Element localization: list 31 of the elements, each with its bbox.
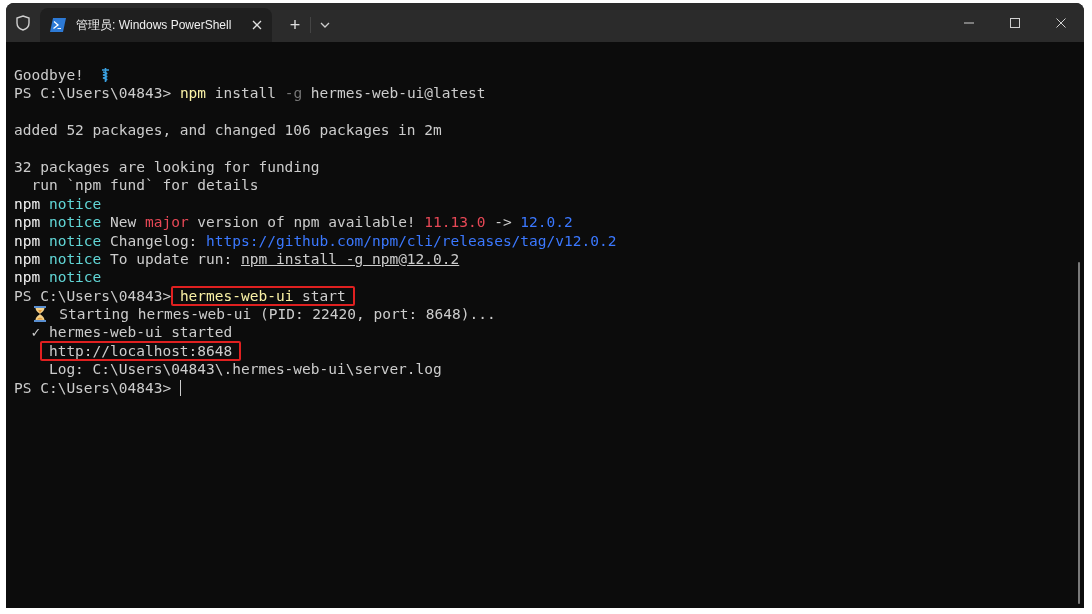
close-icon[interactable] (252, 20, 262, 30)
close-icon[interactable] (1056, 17, 1066, 28)
terminal-text: hermes-web-ui start (179, 287, 346, 304)
terminal-text: run `npm fund` for details (31, 177, 259, 194)
scrollbar[interactable] (1078, 262, 1080, 604)
minimize-icon[interactable] (964, 21, 974, 24)
shield-icon[interactable] (16, 14, 30, 31)
terminal-text: npm notice New major version of npm available! 11.13.0 -> 12.0.2 (14, 214, 573, 231)
terminal-text: npm notice To update run: npm install -g npm@12.0.2 (14, 250, 460, 267)
powershell-icon (50, 18, 66, 32)
maximize-icon[interactable] (1010, 17, 1020, 28)
terminal-text: ✓ hermes-web-ui started (31, 324, 233, 341)
terminal-text: added 52 packages, and changed 106 packages in 2m (14, 122, 442, 139)
terminal-text: PS C:\Users\04843> (14, 287, 173, 304)
terminal-text: PS C:\Users\04843> (14, 379, 173, 396)
tab[interactable]: 管理员: Windows PowerShell (40, 8, 272, 42)
terminal-text: npm notice (14, 269, 102, 286)
text-cursor (179, 379, 181, 396)
terminal-text: Log: C:\Users\04843\.hermes-web-ui\server.log (48, 361, 442, 378)
terminal-text: http://localhost:8648 (48, 342, 233, 359)
tab-title: 管理员: Windows PowerShell (76, 17, 233, 34)
chevron-down-icon[interactable] (320, 22, 330, 28)
terminal-text: npm notice Changelog: https://github.com/npm/cli/releases/tag/v12.0.2 (14, 232, 617, 249)
terminal-text: Starting hermes-web-ui (PID: 22420, port: 8648)... (59, 306, 496, 323)
terminal-text: PS C:\Users\04843> npm install -g hermes-web-ui@latest (14, 85, 486, 102)
hourglass-icon (33, 306, 48, 323)
new-tab-button[interactable]: + (280, 12, 310, 38)
terminal-text: Goodbye! (14, 67, 85, 83)
terminal-text: 32 packages are looking for funding (14, 158, 320, 175)
staff-snake-icon (101, 67, 111, 83)
terminal-text: npm notice (14, 195, 102, 212)
